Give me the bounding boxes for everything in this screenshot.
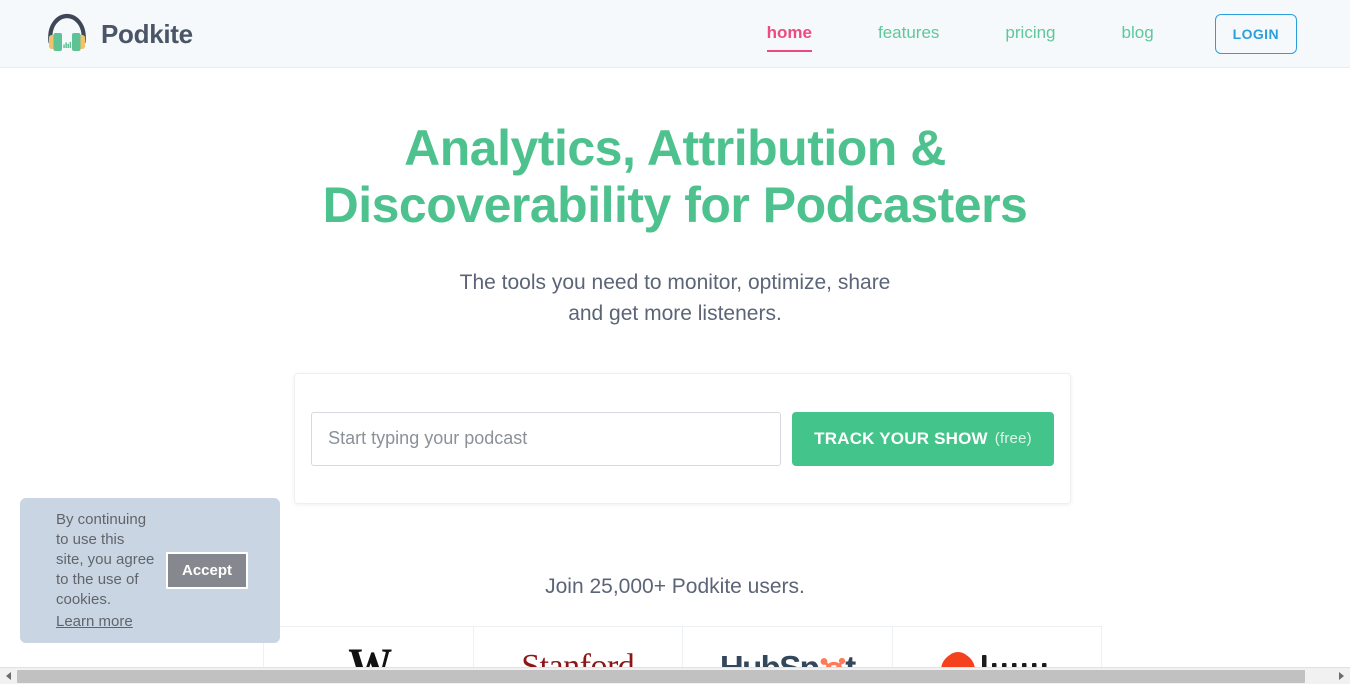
- logo-cell-hubspot: HubSp t: [683, 627, 893, 672]
- site-header: Podkite home features pricing blog LOGIN: [0, 0, 1350, 68]
- page-title: Analytics, Attribution & Discoverability…: [0, 120, 1350, 234]
- nav-link-features[interactable]: features: [878, 17, 939, 52]
- logo-cell-inbound: [893, 627, 1102, 672]
- hero-subtitle-line-1: The tools you need to monitor, optimize,…: [459, 271, 891, 294]
- cookie-consent-banner: By continuing to use this site, you agre…: [20, 498, 280, 643]
- search-row: TRACK YOUR SHOW (free): [311, 411, 1054, 466]
- scrollbar-thumb[interactable]: [17, 669, 1305, 683]
- hero-title-line-2: Discoverability for Podcasters: [322, 177, 1028, 233]
- nav-link-home[interactable]: home: [766, 17, 813, 52]
- cookie-message: By continuing to use this site, you agre…: [56, 510, 155, 608]
- page-root: Podkite home features pricing blog LOGIN…: [0, 0, 1350, 684]
- podcast-search-input[interactable]: [311, 411, 782, 466]
- scroll-right-arrow-icon[interactable]: [1333, 667, 1350, 684]
- logo-cell-stanford: Stanford: [474, 627, 683, 672]
- nav-link-pricing[interactable]: pricing: [1005, 17, 1055, 52]
- scroll-left-arrow-icon[interactable]: [0, 667, 17, 684]
- track-button-free-note: (free): [994, 430, 1032, 447]
- hero-subtitle-line-2: and get more listeners.: [568, 302, 782, 325]
- hero-title-line-1: Analytics, Attribution &: [404, 120, 946, 176]
- track-button-label: TRACK YOUR SHOW: [814, 428, 988, 448]
- brand-name: Podkite: [101, 19, 193, 49]
- logo-cell-wharton: W: [264, 627, 474, 672]
- brand-logo[interactable]: Podkite: [44, 10, 193, 58]
- main-navigation: home features pricing blog LOGIN: [734, 0, 1297, 68]
- horizontal-scrollbar[interactable]: [0, 667, 1350, 684]
- nav-link-blog[interactable]: blog: [1122, 17, 1154, 52]
- scrollbar-track[interactable]: [17, 667, 1333, 684]
- hero-subtitle: The tools you need to monitor, optimize,…: [0, 267, 1350, 329]
- track-your-show-button[interactable]: TRACK YOUR SHOW (free): [792, 411, 1054, 466]
- headphones-icon: [44, 12, 90, 56]
- cookie-message-block: By continuing to use this site, you agre…: [56, 510, 156, 632]
- cookie-accept-button[interactable]: Accept: [166, 552, 249, 589]
- cookie-learn-more-link[interactable]: Learn more: [56, 612, 133, 632]
- customer-logo-strip: W Stanford HubSp t: [263, 626, 1102, 672]
- podcast-search-card: TRACK YOUR SHOW (free): [294, 373, 1071, 504]
- hero-section: Analytics, Attribution & Discoverability…: [0, 68, 1350, 329]
- login-button[interactable]: LOGIN: [1214, 14, 1297, 54]
